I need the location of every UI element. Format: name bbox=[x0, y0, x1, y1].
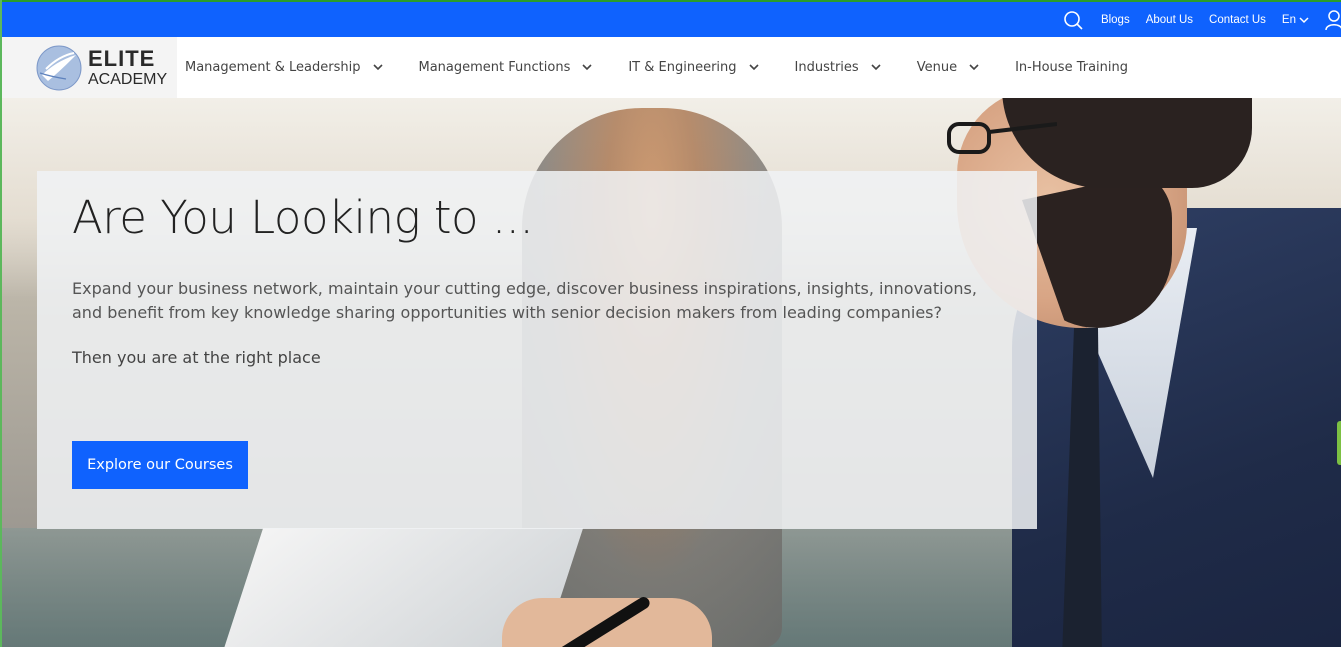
nav-item-label: In-House Training bbox=[1015, 60, 1128, 75]
language-label: En bbox=[1281, 13, 1296, 26]
logo-mark-icon bbox=[36, 45, 82, 91]
nav-item-it-engineering[interactable]: IT & Engineering bbox=[620, 37, 759, 98]
chevron-down-icon bbox=[1299, 16, 1309, 23]
logo[interactable]: ELITE ACADEMY bbox=[2, 37, 177, 98]
hero-card: Are You Looking to ... Expand your busin… bbox=[37, 171, 1037, 529]
nav-item-label: Management & Leadership bbox=[185, 60, 361, 75]
topbar-link-blogs[interactable]: Blogs bbox=[1101, 14, 1130, 26]
hero-title: Are You Looking to ... bbox=[72, 191, 534, 244]
main-navigation: ELITE ACADEMY Management & Leadership Ma… bbox=[2, 37, 1341, 98]
top-utility-bar: Blogs About Us Contact Us En bbox=[2, 0, 1341, 37]
topbar-link-about-us[interactable]: About Us bbox=[1146, 14, 1193, 26]
topbar-link-contact-us[interactable]: Contact Us bbox=[1209, 14, 1266, 26]
nav-item-industries[interactable]: Industries bbox=[787, 37, 881, 98]
explore-courses-button[interactable]: Explore our Courses bbox=[72, 441, 248, 489]
nav-item-in-house-training[interactable]: In-House Training bbox=[1007, 37, 1128, 98]
logo-text-elite: ELITE bbox=[88, 45, 156, 71]
nav-item-management-leadership[interactable]: Management & Leadership bbox=[177, 37, 383, 98]
logo-text-academy: ACADEMY bbox=[88, 70, 168, 88]
nav-item-label: Management Functions bbox=[418, 60, 571, 75]
nav-item-label: Venue bbox=[916, 60, 958, 75]
hero-photo-glasses bbox=[947, 122, 1057, 154]
hero-description: Expand your business network, maintain y… bbox=[72, 278, 977, 322]
chevron-down-icon bbox=[969, 64, 979, 71]
nav-item-label: Industries bbox=[794, 60, 859, 75]
hero-tagline: Then you are at the right place bbox=[72, 347, 321, 367]
chevron-down-icon bbox=[372, 64, 383, 71]
user-icon[interactable] bbox=[1325, 9, 1341, 31]
nav-item-venue[interactable]: Venue bbox=[909, 37, 979, 98]
nav-menu: Management & Leadership Management Funct… bbox=[177, 37, 1156, 98]
search-icon[interactable] bbox=[1063, 10, 1083, 30]
language-selector[interactable]: En bbox=[1282, 14, 1309, 26]
chevron-down-icon bbox=[748, 64, 759, 71]
nav-item-management-functions[interactable]: Management Functions bbox=[411, 37, 593, 98]
chevron-down-icon bbox=[871, 64, 881, 71]
side-feedback-tab[interactable] bbox=[1337, 421, 1341, 465]
nav-item-label: IT & Engineering bbox=[628, 60, 737, 75]
chevron-down-icon bbox=[582, 64, 592, 71]
